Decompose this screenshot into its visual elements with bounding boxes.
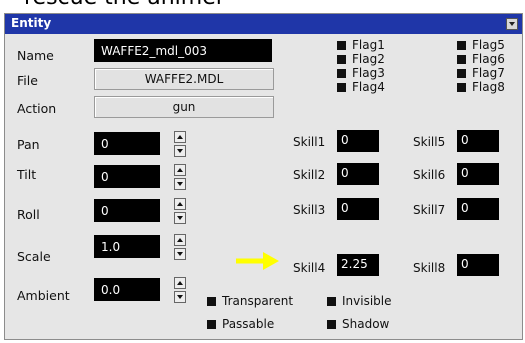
arrow-icon [236,252,279,270]
ambient-label: Ambient [17,288,70,303]
flag8-label: Flag8 [472,80,505,94]
checkbox-icon [337,68,346,78]
skill6-label: Skill6 [413,168,446,182]
flag3-checkbox[interactable]: Flag3 [337,66,385,80]
roll-label: Roll [17,207,40,222]
panel-title: Entity [11,16,52,30]
skill4-field[interactable]: 2.25 [337,254,379,276]
chevron-up-icon[interactable] [174,277,186,289]
file-button[interactable]: WAFFE2.MDL [94,68,274,90]
pan-field[interactable]: 0 [94,132,160,155]
entity-panel: Entity Name File Action Pan Tilt Roll Sc… [4,13,523,340]
checkbox-icon [457,68,466,78]
flag1-checkbox[interactable]: Flag1 [337,38,385,52]
checkbox-icon [337,54,346,64]
checkbox-icon [327,296,336,306]
flag8-checkbox[interactable]: Flag8 [457,80,505,94]
flag6-label: Flag6 [472,52,505,66]
roll-stepper[interactable] [174,198,186,224]
skill3-field[interactable]: 0 [337,198,379,220]
shadow-label: Shadow [342,317,390,331]
chevron-up-icon[interactable] [174,198,186,210]
skill1-field[interactable]: 0 [337,130,379,152]
name-field[interactable]: WAFFE2_mdl_003 [94,39,272,62]
checkbox-icon [457,54,466,64]
action-label: Action [17,101,57,116]
flag5-label: Flag5 [472,38,505,52]
pan-label: Pan [17,137,40,152]
transparent-label: Transparent [222,294,294,308]
checkbox-icon [207,296,216,306]
skill8-label: Skill8 [413,261,446,275]
chevron-down-icon[interactable] [174,178,186,190]
skill5-label: Skill5 [413,135,446,149]
scale-stepper[interactable] [174,234,186,260]
flag4-label: Flag4 [352,80,385,94]
action-button[interactable]: gun [94,96,274,118]
transparent-checkbox[interactable]: Transparent [207,294,293,308]
flag6-checkbox[interactable]: Flag6 [457,52,505,66]
skill6-field[interactable]: 0 [457,163,499,185]
flag3-label: Flag3 [352,66,385,80]
checkbox-icon [457,82,466,92]
flag2-checkbox[interactable]: Flag2 [337,52,385,66]
ambient-field[interactable]: 0.0 [94,278,160,301]
flag1-label: Flag1 [352,38,385,52]
tilt-stepper[interactable] [174,164,186,190]
flag4-checkbox[interactable]: Flag4 [337,80,385,94]
flag2-label: Flag2 [352,52,385,66]
shadow-checkbox[interactable]: Shadow [327,317,389,331]
pan-stepper[interactable] [174,131,186,157]
chevron-down-icon[interactable] [174,145,186,157]
invisible-checkbox[interactable]: Invisible [327,294,392,308]
tilt-field[interactable]: 0 [94,165,160,188]
chevron-down-icon[interactable] [174,248,186,260]
tilt-label: Tilt [17,167,37,182]
roll-field[interactable]: 0 [94,199,160,222]
skill1-label: Skill1 [293,135,326,149]
skill5-field[interactable]: 0 [457,130,499,152]
flag7-label: Flag7 [472,66,505,80]
chevron-up-icon[interactable] [174,234,186,246]
chevron-up-icon[interactable] [174,131,186,143]
checkbox-icon [327,319,336,329]
title-bar: Entity [5,14,522,34]
collapse-button[interactable] [506,18,518,30]
skill4-label: Skill4 [293,261,326,275]
skill2-label: Skill2 [293,168,326,182]
checkbox-icon [337,82,346,92]
skill3-label: Skill3 [293,203,326,217]
invisible-label: Invisible [342,294,392,308]
skill7-label: Skill7 [413,203,446,217]
caption-text: rescue the animel [24,0,222,10]
chevron-down-icon[interactable] [174,291,186,303]
flag5-checkbox[interactable]: Flag5 [457,38,505,52]
scale-field[interactable]: 1.0 [94,235,160,258]
flag7-checkbox[interactable]: Flag7 [457,66,505,80]
chevron-down-icon[interactable] [174,212,186,224]
skill2-field[interactable]: 0 [337,163,379,185]
chevron-up-icon[interactable] [174,164,186,176]
scale-label: Scale [17,249,51,264]
ambient-stepper[interactable] [174,277,186,303]
passable-checkbox[interactable]: Passable [207,317,274,331]
skill8-field[interactable]: 0 [457,254,499,276]
checkbox-icon [207,319,216,329]
checkbox-icon [337,40,346,50]
file-label: File [17,73,38,88]
name-label: Name [17,48,54,63]
checkbox-icon [457,40,466,50]
passable-label: Passable [222,317,275,331]
skill7-field[interactable]: 0 [457,198,499,220]
